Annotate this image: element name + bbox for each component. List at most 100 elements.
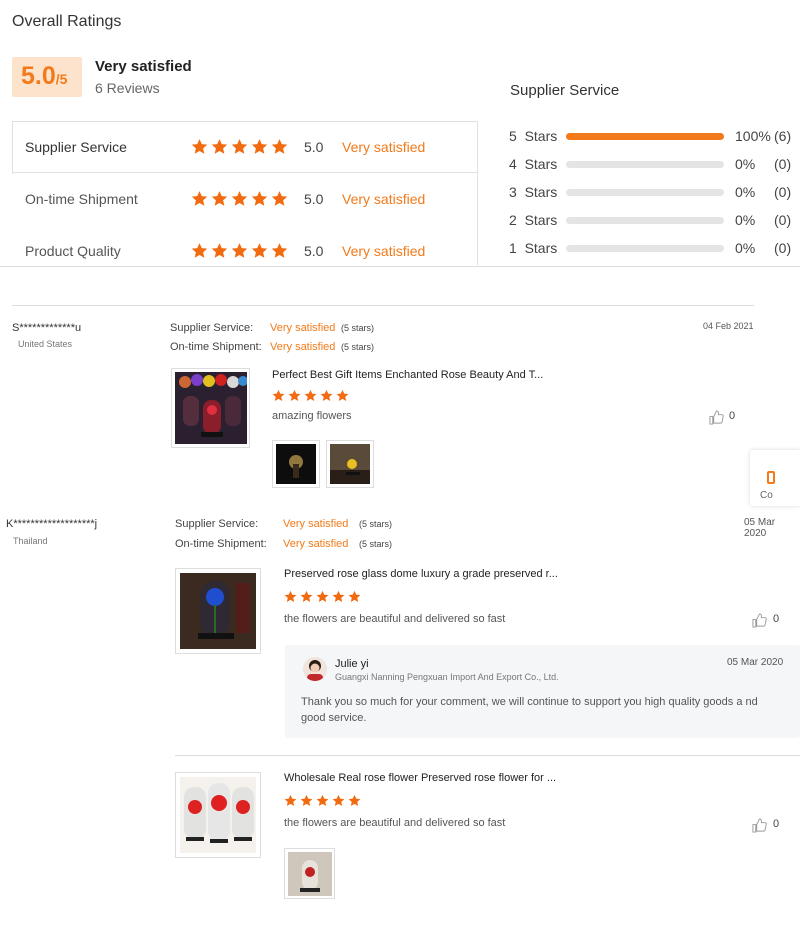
- rating-label: On-time Shipment:: [170, 341, 262, 353]
- rating-label: On-time Shipment:: [175, 538, 267, 550]
- star-icon: [211, 242, 228, 259]
- rating-label: Supplier Service:: [170, 322, 254, 334]
- product-title[interactable]: Perfect Best Gift Items Enchanted Rose B…: [272, 369, 543, 381]
- distribution-bar: [566, 217, 724, 224]
- star-icon: [251, 190, 268, 207]
- rating-value: Very satisfied: [283, 518, 349, 530]
- distribution-bar: [566, 189, 724, 196]
- reply-date: 05 Mar 2020: [727, 657, 784, 668]
- review-date: 04 Feb 2021: [703, 321, 754, 331]
- star-icon: [300, 590, 313, 603]
- distribution-count: (0): [774, 212, 792, 228]
- distribution-bar: [566, 245, 724, 252]
- category-star-rating: [191, 138, 288, 155]
- review-divider-top: [12, 305, 754, 306]
- distribution-percent: 0%: [735, 156, 756, 172]
- rating-stars-text: (5 stars): [359, 519, 393, 529]
- avatar: [303, 657, 327, 681]
- product-image-red-roses-illustration: [180, 777, 256, 853]
- rating-value: Very satisfied: [270, 322, 336, 334]
- star-icon: [251, 138, 268, 155]
- star-icon: [304, 389, 317, 402]
- thumbs-up-icon[interactable]: [752, 818, 767, 833]
- product-divider: [175, 755, 800, 756]
- review-photo[interactable]: [326, 440, 374, 488]
- star-icon: [231, 242, 248, 259]
- review-country: Thailand: [13, 536, 48, 546]
- product-title[interactable]: Wholesale Real rose flower Preserved ros…: [284, 772, 556, 784]
- thumbs-up-icon[interactable]: [709, 410, 724, 425]
- contact-side-tab[interactable]: Co: [750, 450, 800, 506]
- reply-company: Guangxi Nanning Pengxuan Import And Expo…: [335, 672, 559, 682]
- category-box-right: [477, 172, 478, 265]
- distribution-label: 1 Stars: [509, 240, 558, 256]
- star-icon: [332, 590, 345, 603]
- star-icon: [251, 242, 268, 259]
- distribution-label: 3 Stars: [509, 184, 558, 200]
- distribution-label: 5 Stars: [509, 128, 558, 144]
- reply-text: Thank you so much for your comment, we w…: [301, 696, 758, 724]
- category-level: Very satisfied: [342, 191, 426, 207]
- reviews-count: 6 Reviews: [95, 80, 160, 96]
- star-icon: [288, 389, 301, 402]
- distribution-count: (0): [774, 240, 792, 256]
- review-comment: the flowers are beautiful and delivered …: [284, 817, 506, 829]
- category-label: On-time Shipment: [25, 191, 138, 207]
- star-icon: [300, 794, 313, 807]
- thumbs-up-icon[interactable]: [752, 613, 767, 628]
- rating-value: Very satisfied: [270, 341, 336, 353]
- star-icon: [231, 138, 248, 155]
- overall-title: Overall Ratings: [12, 13, 122, 30]
- category-star-rating: [191, 190, 288, 207]
- star-icon: [211, 190, 228, 207]
- distribution-percent: 0%: [735, 184, 756, 200]
- category-score: 5.0: [304, 191, 324, 207]
- rating-label: Supplier Service:: [175, 518, 259, 530]
- star-icon: [231, 190, 248, 207]
- distribution-percent: 100%: [735, 128, 771, 144]
- like-count: 0: [773, 613, 780, 625]
- overview-divider: [0, 266, 800, 267]
- like-count: 0: [773, 818, 780, 830]
- category-score: 5.0: [304, 139, 324, 155]
- review-date: 05 Mar 2020: [744, 517, 776, 539]
- review-photo[interactable]: [284, 848, 335, 899]
- review-comment: the flowers are beautiful and delivered …: [284, 613, 506, 625]
- star-icon: [332, 794, 345, 807]
- star-icon: [348, 794, 361, 807]
- product-star-rating: [272, 389, 349, 402]
- rating-stars-text: (5 stars): [359, 539, 393, 549]
- category-level: Very satisfied: [342, 139, 426, 155]
- product-title[interactable]: Preserved rose glass dome luxury a grade…: [284, 568, 558, 580]
- distribution-count: (6): [774, 128, 792, 144]
- review-photo-dome-illustration: [288, 852, 332, 896]
- star-icon: [271, 190, 288, 207]
- review-country: United States: [18, 339, 73, 349]
- star-icon: [284, 590, 297, 603]
- distribution-bar-fill: [566, 133, 724, 140]
- distribution-percent: 0%: [735, 212, 756, 228]
- rating-stars-text: (5 stars): [341, 342, 375, 352]
- product-image[interactable]: [171, 368, 250, 448]
- distribution-label: 4 Stars: [509, 156, 558, 172]
- star-icon: [271, 138, 288, 155]
- distribution-label: 2 Stars: [509, 212, 558, 228]
- supplier-reply: Julie yi Guangxi Nanning Pengxuan Import…: [285, 645, 800, 738]
- distribution-percent: 0%: [735, 240, 756, 256]
- rating-value: Very satisfied: [283, 538, 349, 550]
- star-icon: [271, 242, 288, 259]
- product-image-blue-rose-illustration: [180, 573, 256, 649]
- distribution-count: (0): [774, 184, 792, 200]
- rating-stars-text: (5 stars): [341, 323, 375, 333]
- review-photo[interactable]: [272, 440, 320, 488]
- distribution-bar: [566, 133, 724, 140]
- star-icon: [272, 389, 285, 402]
- review-user: K*******************j: [6, 518, 98, 530]
- product-image[interactable]: [175, 568, 261, 654]
- score-value: 5.0: [21, 62, 56, 90]
- star-icon: [191, 190, 208, 207]
- product-image[interactable]: [175, 772, 261, 858]
- review-comment: amazing flowers: [272, 410, 352, 422]
- star-icon: [348, 590, 361, 603]
- category-score: 5.0: [304, 243, 324, 259]
